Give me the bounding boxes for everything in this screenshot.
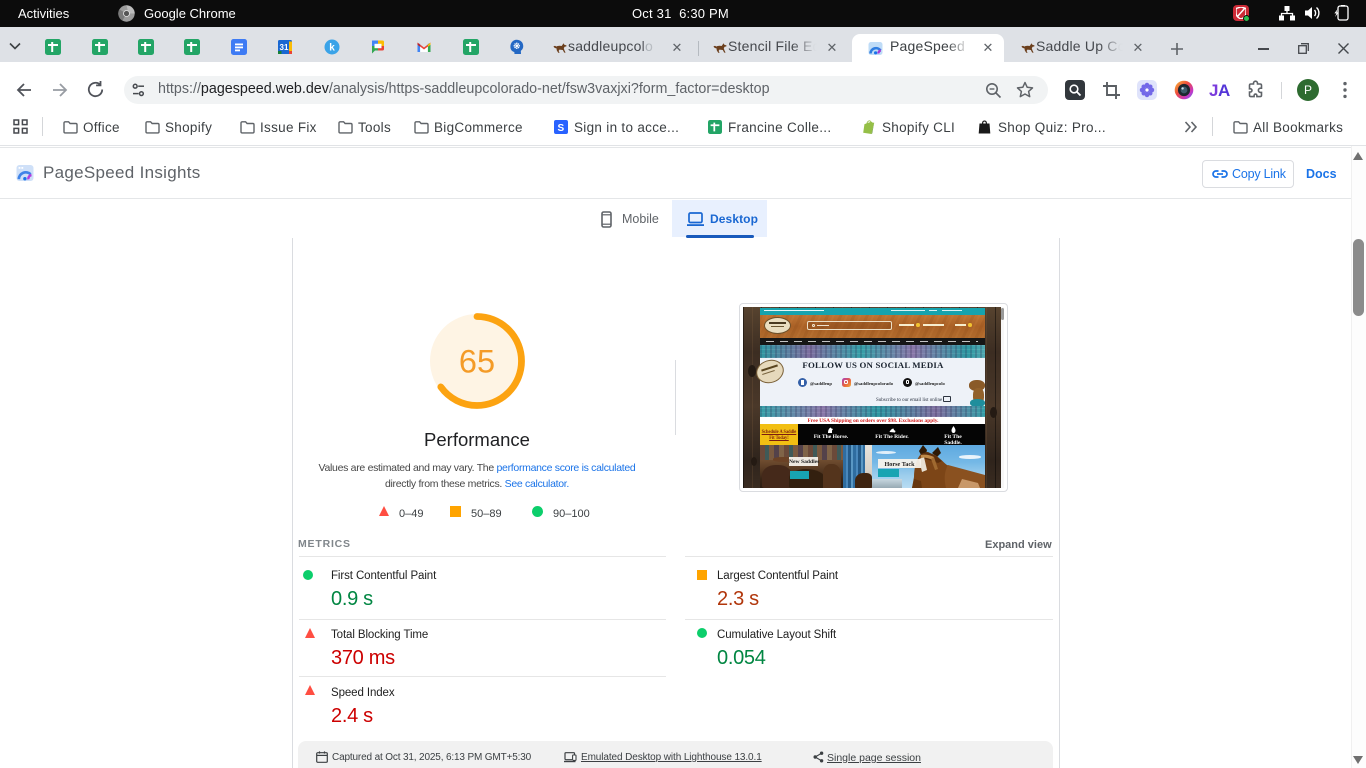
- svg-text:k: k: [329, 43, 335, 54]
- svg-text:J: J: [1209, 81, 1218, 99]
- svg-text:65: 65: [459, 344, 495, 380]
- svg-text:31: 31: [280, 43, 289, 52]
- svg-text:A: A: [1218, 81, 1230, 99]
- svg-text:S: S: [558, 123, 565, 134]
